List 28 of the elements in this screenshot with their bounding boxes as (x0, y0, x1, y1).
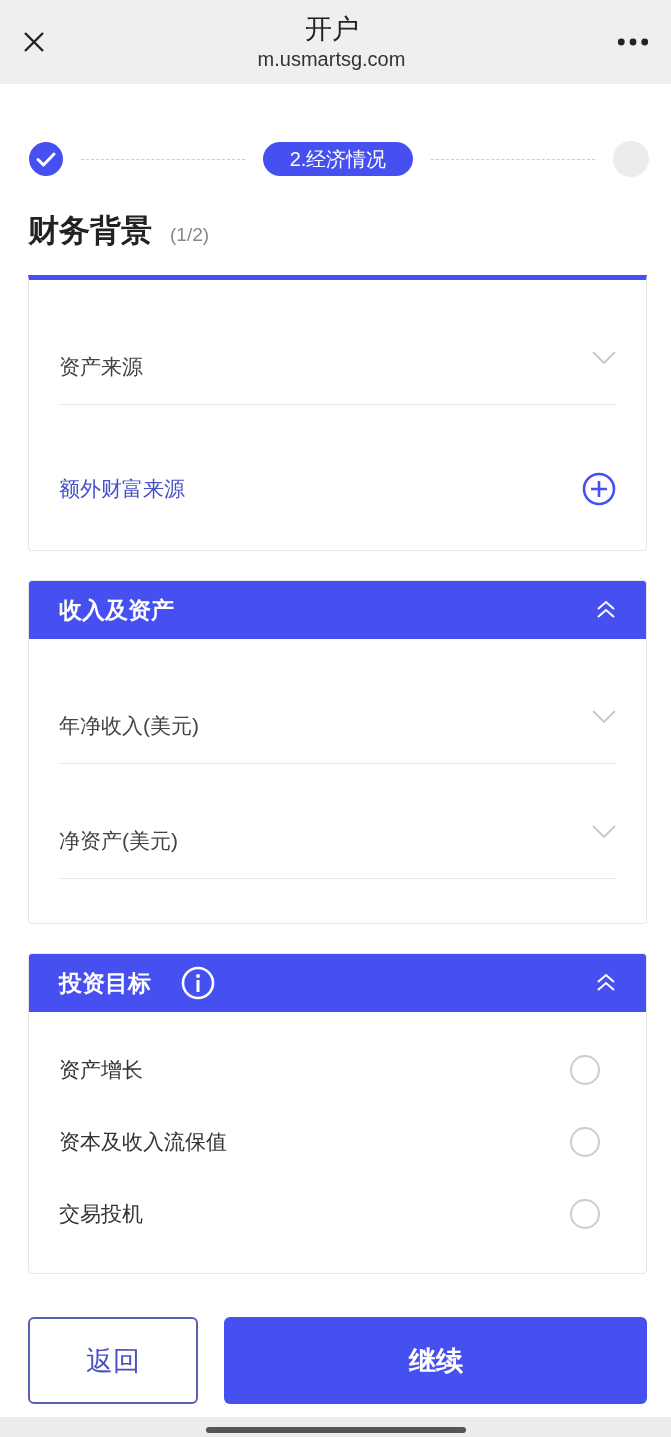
page-count: (1/2) (170, 223, 210, 247)
add-link[interactable]: 额外财富来源 (59, 474, 185, 504)
radio-option[interactable]: 资本及收入流保值 (59, 1106, 616, 1178)
chevron-down-icon (592, 825, 616, 839)
page-url: m.usmartsg.com (257, 47, 406, 72)
radio-button[interactable] (570, 1199, 600, 1229)
select-field[interactable]: 年净收入(美元) (59, 649, 616, 764)
chevron-down-icon (592, 351, 616, 365)
page-title: 开户 (304, 13, 359, 46)
radio-button[interactable] (570, 1055, 600, 1085)
section-header[interactable]: 投资目标 (29, 954, 646, 1012)
section-title: 投资目标 (59, 968, 151, 998)
continue-button[interactable]: 继续 (224, 1317, 647, 1404)
add-icon[interactable] (582, 472, 616, 506)
radio-option[interactable]: 资产增长 (59, 1034, 616, 1106)
chevron-down-icon (592, 710, 616, 724)
radio-option[interactable]: 交易投机 (59, 1178, 616, 1250)
select-field[interactable]: 净资产(美元) (59, 764, 616, 879)
section-header[interactable]: 收入及资产 (29, 581, 646, 639)
close-icon[interactable] (22, 30, 46, 54)
section-heading: 财务背景 (28, 212, 152, 250)
back-button[interactable]: 返回 (28, 1317, 198, 1404)
more-icon[interactable] (617, 37, 649, 47)
info-icon[interactable] (181, 966, 215, 1000)
section-title: 收入及资产 (59, 595, 174, 625)
step-label: 2.经济情况 (262, 142, 414, 176)
select-field[interactable]: 资产来源 (59, 290, 616, 405)
radio-button[interactable] (570, 1127, 600, 1157)
